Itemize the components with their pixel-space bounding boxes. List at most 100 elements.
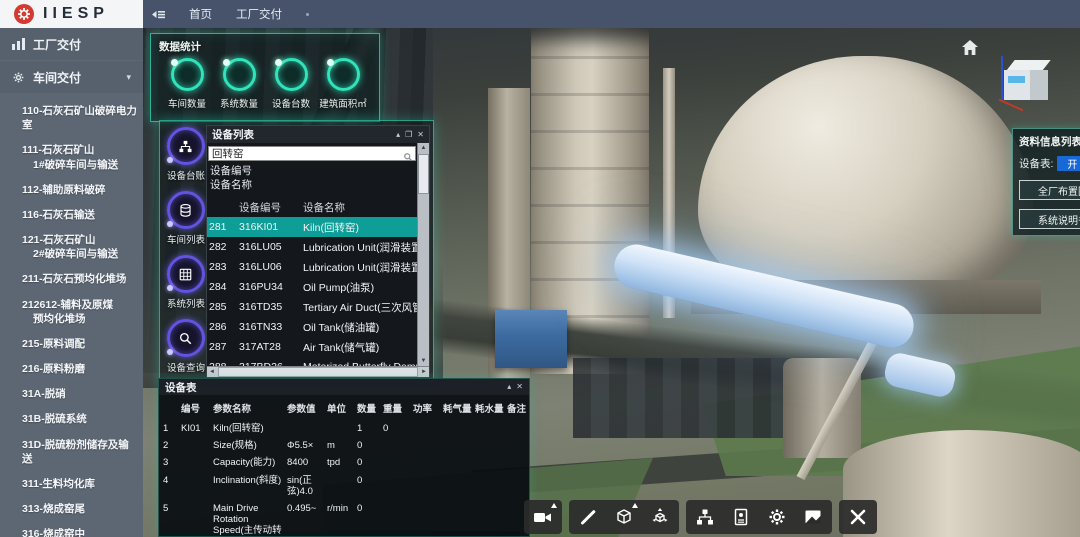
sidebar-item[interactable]: 110-石灰石矿山破碎电力室	[22, 104, 137, 132]
sidebar-item[interactable]: 313-烧成窑尾	[22, 502, 137, 516]
horizontal-scrollbar[interactable]: ◄ ►	[207, 366, 429, 377]
sidebar-item[interactable]: 111-石灰石矿山 1#破碎车间与输送	[22, 143, 137, 171]
row-name: Kiln(回转窑)	[303, 220, 417, 235]
gauge-label: 车间数量	[168, 96, 206, 110]
sidebar-item[interactable]: 215-原料调配	[22, 337, 137, 351]
system-manual-button[interactable]: 系统说明书	[1019, 209, 1080, 229]
scroll-down-icon[interactable]: ▼	[421, 356, 427, 366]
sidebar-item[interactable]: 211-石灰石预均化堆场	[22, 272, 137, 286]
caret-icon	[632, 503, 638, 508]
close-icon[interactable]: ✕	[417, 131, 424, 139]
equipment-row[interactable]: 286 316TN33 Oil Tank(储油罐)	[207, 317, 417, 337]
row-name: Oil Tank(储油罐)	[303, 320, 417, 335]
quick-button-workshop-list[interactable]: 车间列表	[167, 191, 205, 246]
cube-rotate-icon[interactable]	[614, 507, 634, 527]
sidebar-item[interactable]: 112-辅助原料破碎	[22, 183, 137, 197]
id-card-icon[interactable]	[731, 507, 751, 527]
sidebar-item[interactable]: 31D-脱硫粉剂储存及输送	[22, 438, 137, 466]
scroll-up-icon[interactable]: ▲	[421, 143, 427, 153]
info-panel-title: 资料信息列表	[1019, 134, 1080, 149]
equipment-row[interactable]: 284 316PU34 Oil Pump(油泵)	[207, 277, 417, 297]
equipment-table-titlebar[interactable]: 设备表 ▴ ✕	[159, 379, 529, 395]
sidebar-item[interactable]: 212612-辅料及原煤 预均化堆场	[22, 298, 137, 326]
gear-icon[interactable]	[767, 507, 787, 527]
minimize-icon[interactable]: ▴	[396, 131, 400, 139]
view-cube-z-axis	[1001, 56, 1003, 102]
sidebar-item[interactable]: 216-原料粉磨	[22, 362, 137, 376]
row-code: 316LU06	[239, 261, 303, 273]
sidebar-item-line1: 112-辅助原料破碎	[22, 184, 105, 196]
pen-icon[interactable]	[578, 507, 598, 527]
equipment-row[interactable]: 287 317AT28 Air Tank(储气罐)	[207, 337, 417, 357]
sidebar-item[interactable]: 116-石灰石输送	[22, 208, 137, 222]
logo-text: IIESP	[43, 5, 109, 23]
scroll-right-icon[interactable]: ►	[419, 369, 429, 375]
sidebar-item[interactable]: 121-石灰石矿山 2#破碎车间与输送	[22, 233, 137, 261]
row-name: Lubrication Unit(润滑装置)	[303, 260, 417, 275]
toolbar-group-edit	[569, 500, 679, 534]
plant-layout-button[interactable]: 全厂布置图	[1019, 180, 1080, 200]
equipment-row[interactable]: 281 316KI01 Kiln(回转窑)	[207, 217, 417, 237]
equipment-row[interactable]: 285 316TD35 Tertiary Air Duct(三次风管)	[207, 297, 417, 317]
sidebar-item-line1: 316-烧成窑中	[22, 528, 85, 537]
gear-icon	[12, 71, 25, 84]
sitemap-icon	[178, 139, 193, 154]
table-row[interactable]: 2 Size(规格)Φ5.5× m0	[159, 437, 529, 454]
gauge-dot	[327, 59, 334, 66]
equipment-list-titlebar[interactable]: 设备列表 ▴ ❐ ✕	[207, 126, 429, 143]
stat-gauge: 设备台数	[265, 58, 317, 110]
toolbar-group-close	[839, 500, 877, 534]
row-name: Oil Pump(油泵)	[303, 280, 417, 295]
equipment-table-title: 设备表	[165, 380, 197, 395]
stat-gauge: 系统数量	[213, 58, 265, 110]
nav-factory-delivery[interactable]: 工厂交付	[236, 6, 282, 22]
row-index: 286	[209, 321, 239, 333]
sidebar: 工厂交付 车间交付 ▾ 110-石灰石矿山破碎电力室 111-石灰石矿山 1#破…	[0, 28, 143, 537]
equipment-search-input[interactable]	[209, 147, 415, 160]
equipment-search-box	[208, 146, 416, 161]
table-row[interactable]: 3 Capacity(能力)8400 tpd0	[159, 454, 529, 471]
menu-collapse-icon[interactable]	[152, 9, 165, 20]
filter-label[interactable]: 设备名称	[210, 178, 414, 192]
hscrollbar-thumb[interactable]	[218, 367, 418, 377]
gauge-ring	[327, 58, 360, 91]
scroll-left-icon[interactable]: ◄	[207, 369, 217, 375]
nav-more-dot[interactable]	[306, 13, 309, 16]
image-contrast-icon[interactable]	[803, 507, 823, 527]
maximize-icon[interactable]: ❐	[405, 131, 412, 139]
equipment-row[interactable]: 282 316LU05 Lubrication Unit(润滑装置)	[207, 237, 417, 257]
quick-button-equipment-ledger[interactable]: 设备台账	[167, 127, 205, 182]
sidebar-section-factory-delivery[interactable]: 工厂交付	[0, 28, 143, 61]
vertical-scrollbar[interactable]: ▲ ▼	[417, 143, 429, 366]
quick-button-equipment-search[interactable]: 设备查询	[167, 319, 205, 374]
view-cube[interactable]	[1004, 60, 1052, 104]
table-row[interactable]: 1KI01 Kiln(回转窑) 1 0	[159, 420, 529, 437]
nav-home[interactable]: 首页	[189, 6, 212, 22]
video-camera-icon[interactable]	[533, 507, 553, 527]
equipment-row[interactable]: 283 316LU06 Lubrication Unit(润滑装置)	[207, 257, 417, 277]
quick-button-system-list[interactable]: 系统列表	[167, 255, 205, 310]
table-row[interactable]: 5 Main Drive Rotation Speed(主传动转速)0.495~…	[159, 500, 529, 537]
home-view-icon[interactable]	[960, 38, 980, 58]
row-code: 316LU05	[239, 241, 303, 253]
table-header-cell: 参数名称	[213, 401, 287, 415]
filter-label[interactable]: 设备编号	[210, 164, 414, 178]
sidebar-section-workshop-delivery[interactable]: 车间交付 ▾	[0, 61, 143, 94]
sidebar-item[interactable]: 316-烧成窑中	[22, 527, 137, 537]
table-header-cell: 耗气量	[443, 401, 475, 415]
equipment-table-toggle[interactable]: 开	[1057, 156, 1080, 171]
search-icon	[178, 331, 193, 346]
close-icon[interactable]	[848, 507, 868, 527]
equipment-row[interactable]: 288 317BD26 Moterized Butterfly Dampe	[207, 357, 417, 366]
sidebar-item[interactable]: 31A-脱硝	[22, 387, 137, 401]
scrollbar-thumb[interactable]	[418, 154, 429, 194]
table-row[interactable]: 4 Inclination(斜度)sin(正弦)4.0 0	[159, 472, 529, 500]
bar-chart-icon	[12, 38, 25, 50]
close-icon[interactable]: ✕	[516, 383, 523, 391]
sidebar-item[interactable]: 31B-脱硫系统	[22, 412, 137, 426]
sidebar-item[interactable]: 311-生料均化库	[22, 477, 137, 491]
minimize-icon[interactable]: ▴	[507, 383, 511, 391]
gauge-ring	[223, 58, 256, 91]
cube-expand-icon[interactable]	[650, 507, 670, 527]
sitemap-icon[interactable]	[695, 507, 715, 527]
